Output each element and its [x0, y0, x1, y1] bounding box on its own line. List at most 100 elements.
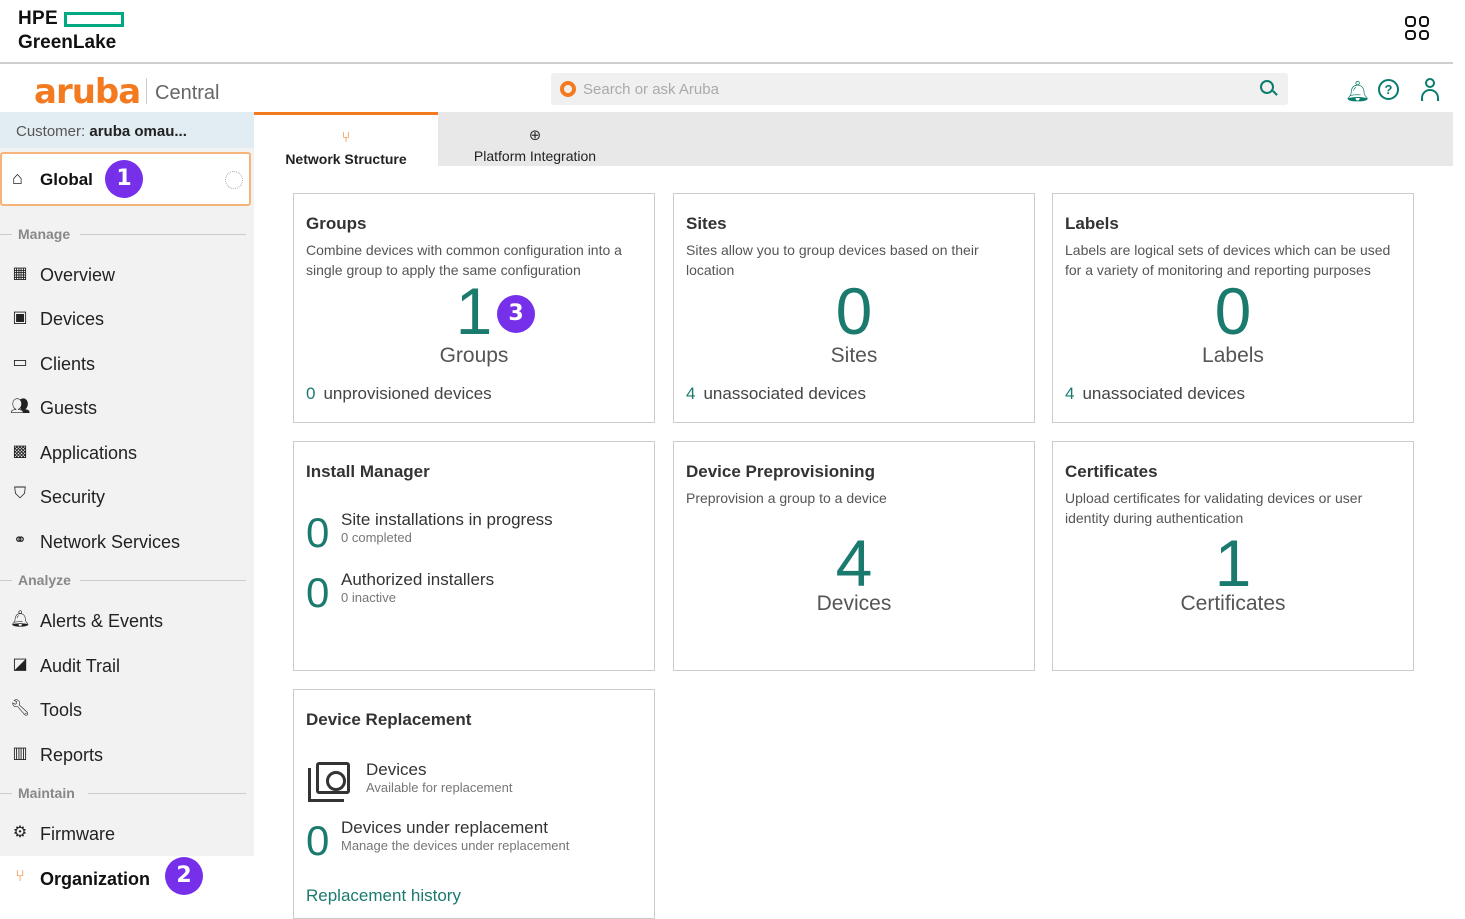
- preprovisioned-devices-label: Devices: [816, 592, 892, 615]
- groups-card[interactable]: Groups Combine devices with common confi…: [293, 193, 655, 423]
- unassociated-label: unassociated devices: [703, 384, 867, 403]
- customer-selector[interactable]: Customer: aruba omau...: [0, 112, 254, 148]
- sidebar-item-alerts-events[interactable]: 🔔︎ Alerts & Events: [0, 600, 254, 640]
- device-replacement-icon: [308, 762, 352, 804]
- sidebar-item-label: Security: [40, 487, 106, 507]
- global-scope-icon: ⌂: [12, 168, 23, 188]
- customer-name: aruba omau...: [89, 123, 187, 140]
- hpe-brand: HPE: [18, 8, 58, 29]
- devices-under-replacement-title: Devices under replacement: [341, 818, 548, 837]
- sites-count[interactable]: 0: [674, 276, 1034, 346]
- tab-bar: ⑂ Network Structure ⊕ Platform Integrati…: [254, 112, 1453, 167]
- preprovisioned-devices-count[interactable]: 4: [674, 528, 1034, 598]
- sidebar-item-overview[interactable]: ▦ Overview: [0, 254, 254, 294]
- sidebar-item-label: Tools: [40, 700, 83, 720]
- aruba-logo[interactable]: aruba: [34, 72, 141, 112]
- wrench-icon: 🔧︎: [10, 700, 31, 717]
- sidebar-item-audit-trail[interactable]: ◪ Audit Trail: [0, 645, 254, 685]
- sidebar-item-organization[interactable]: ⑂ Organization: [0, 856, 254, 900]
- callout-badge-3: 3: [497, 295, 535, 333]
- tab-label: Platform Integration: [473, 148, 597, 164]
- device-preprovisioning-card[interactable]: Device Preprovisioning Preprovision a gr…: [673, 441, 1035, 671]
- card-title: Device Preprovisioning: [686, 462, 875, 481]
- card-description: Preprovision a group to a device: [686, 490, 887, 506]
- firmware-chip-icon: ⚙: [12, 824, 28, 841]
- card-title: Certificates: [1065, 462, 1158, 481]
- search-bar[interactable]: [551, 73, 1288, 105]
- replacement-history-link[interactable]: Replacement history: [306, 886, 461, 906]
- help-icon[interactable]: ?: [1378, 79, 1399, 100]
- greenlake-label: GreenLake: [18, 32, 117, 53]
- device-icon: ▣: [12, 309, 28, 326]
- certificates-card[interactable]: Certificates Upload certificates for val…: [1052, 441, 1414, 671]
- available-devices-stat[interactable]: Devices Available for replacement: [366, 760, 706, 806]
- authorized-installers-sub: 0 inactive: [341, 590, 396, 605]
- hpe-element-icon: [63, 11, 124, 27]
- sidebar-item-label: Overview: [40, 265, 116, 285]
- unassociated-count: 4: [686, 384, 696, 403]
- site-installations-stat[interactable]: 0 Site installations in progress 0 compl…: [306, 510, 646, 556]
- laptop-icon: ▭: [12, 354, 28, 371]
- bell-icon: 🔔︎: [10, 611, 31, 628]
- site-installations-title: Site installations in progress: [341, 510, 553, 529]
- card-title: Install Manager: [306, 462, 430, 481]
- sites-card[interactable]: Sites Sites allow you to group devices b…: [673, 193, 1035, 423]
- applications-icon: ▩: [12, 443, 28, 460]
- card-description: Upload certificates for validating devic…: [1065, 490, 1363, 526]
- card-title: Labels: [1065, 214, 1119, 233]
- available-devices-title: Devices: [366, 760, 427, 779]
- loading-spinner-icon: [225, 171, 243, 189]
- unprovisioned-devices[interactable]: 0 unprovisioned devices: [306, 384, 492, 404]
- organization-icon: ⑂: [15, 868, 25, 885]
- devices-under-replacement-count: 0: [306, 817, 330, 864]
- groups-count[interactable]: 1: [294, 276, 654, 346]
- sidebar-item-firmware[interactable]: ⚙ Firmware: [0, 813, 254, 853]
- sidebar-item-label: Applications: [40, 443, 138, 463]
- sidebar-item-label: Reports: [40, 745, 104, 765]
- notifications-bell-icon[interactable]: 🔔︎: [1345, 79, 1370, 104]
- sidebar-item-label: Devices: [40, 309, 105, 329]
- available-devices-sub: Available for replacement: [366, 780, 513, 795]
- sidebar-item-network-services[interactable]: ⚭ Network Services: [0, 521, 254, 561]
- aruba-header: aruba Central 🔔︎ ?: [0, 66, 1453, 112]
- sidebar-item-reports[interactable]: ▥ Reports: [0, 734, 254, 774]
- devices-under-replacement-stat[interactable]: 0 Devices under replacement Manage the d…: [306, 818, 646, 864]
- guests-icon: 👥︎: [10, 398, 31, 415]
- install-manager-card[interactable]: Install Manager 0 Site installations in …: [293, 441, 655, 671]
- sidebar-item-guests[interactable]: 👥︎ Guests: [0, 387, 254, 427]
- sidebar-item-devices[interactable]: ▣ Devices: [0, 298, 254, 338]
- sidebar-item-label: Clients: [40, 354, 96, 374]
- hpe-greenlake-logo[interactable]: HPE GreenLake: [18, 8, 124, 54]
- card-title: Device Replacement: [306, 710, 472, 729]
- sidebar-item-label: Network Services: [40, 532, 181, 552]
- aruba-search-icon: [560, 81, 576, 97]
- authorized-installers-title: Authorized installers: [341, 570, 495, 589]
- unassociated-count: 4: [1065, 384, 1075, 403]
- app-launcher-icon[interactable]: [1405, 16, 1429, 40]
- tab-platform-integration[interactable]: ⊕ Platform Integration: [438, 112, 632, 166]
- search-icon[interactable]: [1260, 80, 1274, 94]
- labels-card[interactable]: Labels Labels are logical sets of device…: [1052, 193, 1414, 423]
- search-input[interactable]: [583, 79, 1243, 99]
- sidebar-item-security[interactable]: ⛉ Security: [0, 476, 254, 516]
- unprovisioned-label: unprovisioned devices: [323, 384, 492, 403]
- card-title: Sites: [686, 214, 727, 233]
- sidebar-item-label: Audit Trail: [40, 656, 121, 676]
- user-profile-icon[interactable]: [1420, 78, 1440, 102]
- unassociated-devices[interactable]: 4 unassociated devices: [686, 384, 866, 404]
- callout-badge-1: 1: [105, 160, 143, 198]
- device-replacement-card[interactable]: Device Replacement Devices Available for…: [293, 689, 655, 919]
- hpe-header: HPE GreenLake: [0, 0, 1453, 64]
- sites-count-label: Sites: [830, 344, 878, 367]
- sidebar-item-applications[interactable]: ▩ Applications: [0, 432, 254, 472]
- tab-network-structure[interactable]: ⑂ Network Structure: [254, 112, 438, 167]
- unassociated-devices[interactable]: 4 unassociated devices: [1065, 384, 1245, 404]
- logo-divider: [146, 78, 147, 104]
- scope-label: Global: [40, 170, 93, 189]
- sidebar-item-tools[interactable]: 🔧︎ Tools: [0, 689, 254, 729]
- sidebar-item-clients[interactable]: ▭ Clients: [0, 343, 254, 383]
- certificates-count[interactable]: 1: [1053, 528, 1413, 598]
- labels-count[interactable]: 0: [1053, 276, 1413, 346]
- authorized-installers-stat[interactable]: 0 Authorized installers 0 inactive: [306, 570, 646, 616]
- section-maintain: Maintain: [0, 785, 246, 801]
